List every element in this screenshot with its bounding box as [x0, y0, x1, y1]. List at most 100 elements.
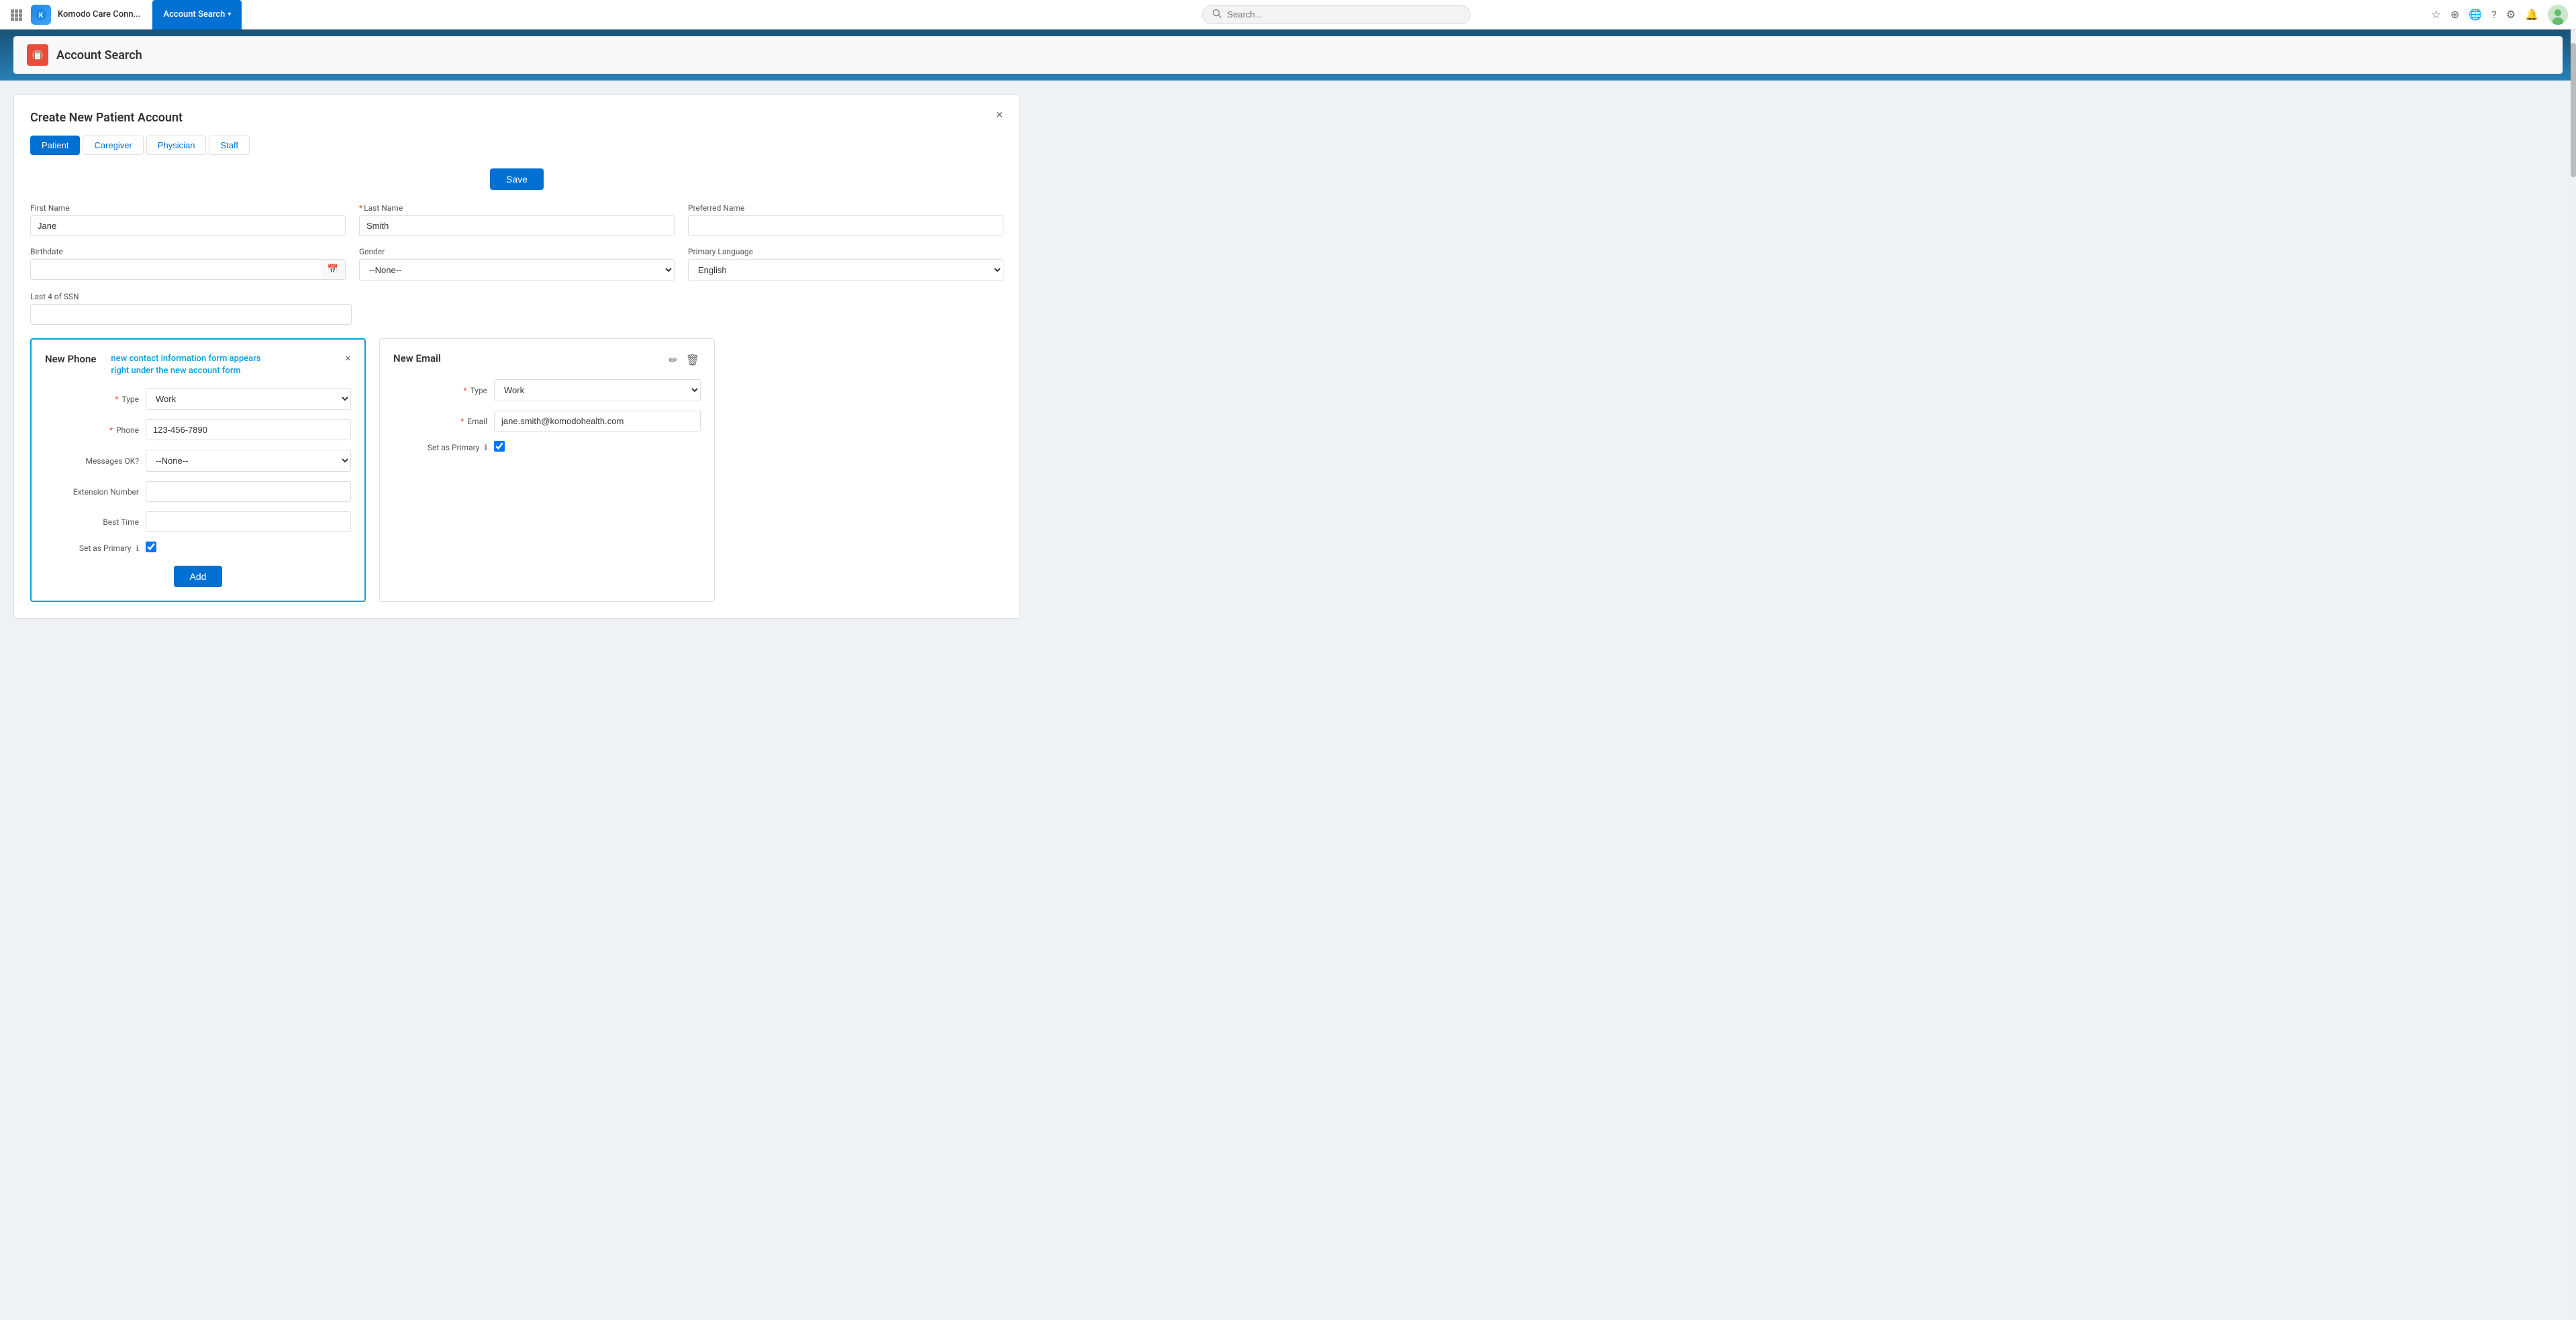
- calendar-icon[interactable]: 📅: [321, 260, 345, 279]
- global-search-bar: [242, 5, 2431, 24]
- birthdate-input[interactable]: [31, 260, 321, 279]
- email-delete-button[interactable]: 🗑: [685, 352, 701, 368]
- ssn-field: Last 4 of SSN: [30, 292, 352, 325]
- app-name: Komodo Care Conn...: [58, 9, 140, 19]
- primary-language-field: Primary Language English Spanish French …: [688, 247, 1003, 281]
- tab-patient[interactable]: Patient: [30, 136, 80, 155]
- email-card-header: New Email ✏ 🗑: [393, 352, 701, 368]
- settings-icon[interactable]: ⚙: [2506, 8, 2516, 21]
- extension-number-row: Extension Number: [45, 481, 351, 502]
- email-type-label: Type: [470, 386, 487, 395]
- email-primary-checkbox[interactable]: [494, 441, 505, 452]
- phone-add-btn-area: Add: [45, 566, 351, 587]
- ssn-label: Last 4 of SSN: [30, 292, 352, 301]
- email-address-input[interactable]: [494, 411, 701, 431]
- birthdate-input-wrap: 📅: [30, 259, 346, 280]
- email-primary-label: Set as Primary: [428, 443, 480, 452]
- phone-card-header: New Phone new contact information form a…: [45, 353, 351, 377]
- user-avatar[interactable]: [2548, 5, 2568, 25]
- best-time-row: Best Time: [45, 511, 351, 532]
- email-type-select[interactable]: Work Home Other: [494, 379, 701, 401]
- phone-type-select[interactable]: Work Home Mobile Fax Other: [146, 388, 351, 410]
- gender-field: Gender --None-- Male Female Other Unknow…: [359, 247, 675, 281]
- nav-tab-label: Account Search: [163, 9, 225, 19]
- add-icon[interactable]: ⊕: [2450, 8, 2459, 21]
- email-primary-row: Set as Primary ℹ: [393, 441, 701, 454]
- account-type-tabs: Patient Caregiver Physician Staff: [30, 136, 1003, 155]
- app-grid-icon[interactable]: [8, 7, 24, 23]
- email-primary-info-icon: ℹ: [484, 443, 487, 452]
- page-header-band: 📋 Account Search: [0, 30, 2576, 81]
- form-card-title: Create New Patient Account: [30, 111, 1003, 125]
- email-edit-button[interactable]: ✏: [667, 352, 679, 368]
- ssn-row: Last 4 of SSN: [30, 292, 1003, 325]
- email-type-row: * Type Work Home Other: [393, 379, 701, 401]
- tab-physician[interactable]: Physician: [146, 136, 207, 155]
- search-icon: [1212, 9, 1222, 21]
- scrollbar-track[interactable]: [2571, 30, 2576, 1320]
- phone-primary-label: Set as Primary: [79, 544, 132, 553]
- primary-language-select[interactable]: English Spanish French Mandarin Other: [688, 259, 1003, 281]
- star-icon[interactable]: ☆: [2432, 8, 2441, 21]
- last-name-input[interactable]: [359, 215, 675, 236]
- phone-card-note-line1: new contact information form appears: [111, 353, 260, 365]
- preferred-name-label: Preferred Name: [688, 203, 1003, 213]
- messages-ok-select[interactable]: --None-- Yes No: [146, 450, 351, 472]
- create-patient-form-card: Create New Patient Account × Patient Car…: [13, 94, 1020, 619]
- scrollbar-thumb[interactable]: [2571, 43, 2576, 177]
- preferred-name-field: Preferred Name: [688, 203, 1003, 236]
- first-name-input[interactable]: [30, 215, 346, 236]
- phone-card-title: New Phone: [45, 353, 96, 365]
- chevron-down-icon: ▾: [228, 11, 231, 18]
- svg-text:📋: 📋: [33, 51, 43, 60]
- new-email-card: New Email ✏ 🗑 * Type Work H: [379, 338, 715, 602]
- account-search-tab[interactable]: Account Search ▾: [152, 0, 242, 30]
- bell-icon[interactable]: 🔔: [2525, 8, 2538, 21]
- messages-ok-row: Messages OK? --None-- Yes No: [45, 450, 351, 472]
- top-navigation: K Komodo Care Conn... Account Search ▾ ☆…: [0, 0, 2576, 30]
- phone-type-row: * Type Work Home Mobile Fax Other: [45, 388, 351, 410]
- tab-caregiver[interactable]: Caregiver: [83, 136, 143, 155]
- phone-primary-checkbox[interactable]: [146, 542, 156, 552]
- phone-add-button[interactable]: Add: [174, 566, 223, 587]
- gender-label: Gender: [359, 247, 675, 256]
- save-button[interactable]: Save: [490, 168, 544, 190]
- phone-number-row: * Phone: [45, 419, 351, 440]
- name-fields-row: First Name *Last Name Preferred Name: [30, 203, 1003, 236]
- tab-staff[interactable]: Staff: [209, 136, 250, 155]
- close-form-button[interactable]: ×: [990, 105, 1009, 124]
- gender-select[interactable]: --None-- Male Female Other Unknown: [359, 259, 675, 281]
- notification-icon[interactable]: 🌐: [2469, 8, 2482, 21]
- first-name-label: First Name: [30, 203, 346, 213]
- phone-primary-row: Set as Primary ℹ: [45, 542, 351, 555]
- phone-card-note-line2: right under the new account form: [111, 365, 260, 377]
- ssn-input[interactable]: [30, 304, 352, 325]
- best-time-input[interactable]: [146, 511, 351, 532]
- birthdate-field: Birthdate 📅: [30, 247, 346, 281]
- app-logo: K: [31, 5, 51, 25]
- birthdate-label: Birthdate: [30, 247, 346, 256]
- email-address-row: * Email: [393, 411, 701, 431]
- demographics-row: Birthdate 📅 Gender --None-- Male Female …: [30, 247, 1003, 281]
- help-icon[interactable]: ?: [2491, 8, 2497, 21]
- extension-number-label: Extension Number: [73, 487, 139, 497]
- save-area: Save: [30, 168, 1003, 190]
- phone-primary-info-icon: ℹ: [136, 544, 139, 553]
- phone-number-input[interactable]: [146, 419, 351, 440]
- page-icon: 📋: [27, 44, 48, 66]
- primary-language-label: Primary Language: [688, 247, 1003, 256]
- page-title: Account Search: [56, 48, 142, 62]
- phone-type-label: Type: [121, 395, 139, 404]
- email-card-icons: ✏ 🗑: [667, 352, 701, 368]
- phone-number-label: Phone: [116, 425, 139, 435]
- last-name-label: *Last Name: [359, 203, 675, 213]
- search-input[interactable]: [1227, 9, 1460, 19]
- best-time-label: Best Time: [103, 517, 139, 527]
- svg-text:K: K: [39, 12, 44, 19]
- main-content: Create New Patient Account × Patient Car…: [0, 81, 2576, 1320]
- preferred-name-input[interactable]: [688, 215, 1003, 236]
- last-name-field: *Last Name: [359, 203, 675, 236]
- first-name-field: First Name: [30, 203, 346, 236]
- extension-number-input[interactable]: [146, 481, 351, 502]
- phone-card-close-button[interactable]: ×: [345, 353, 351, 365]
